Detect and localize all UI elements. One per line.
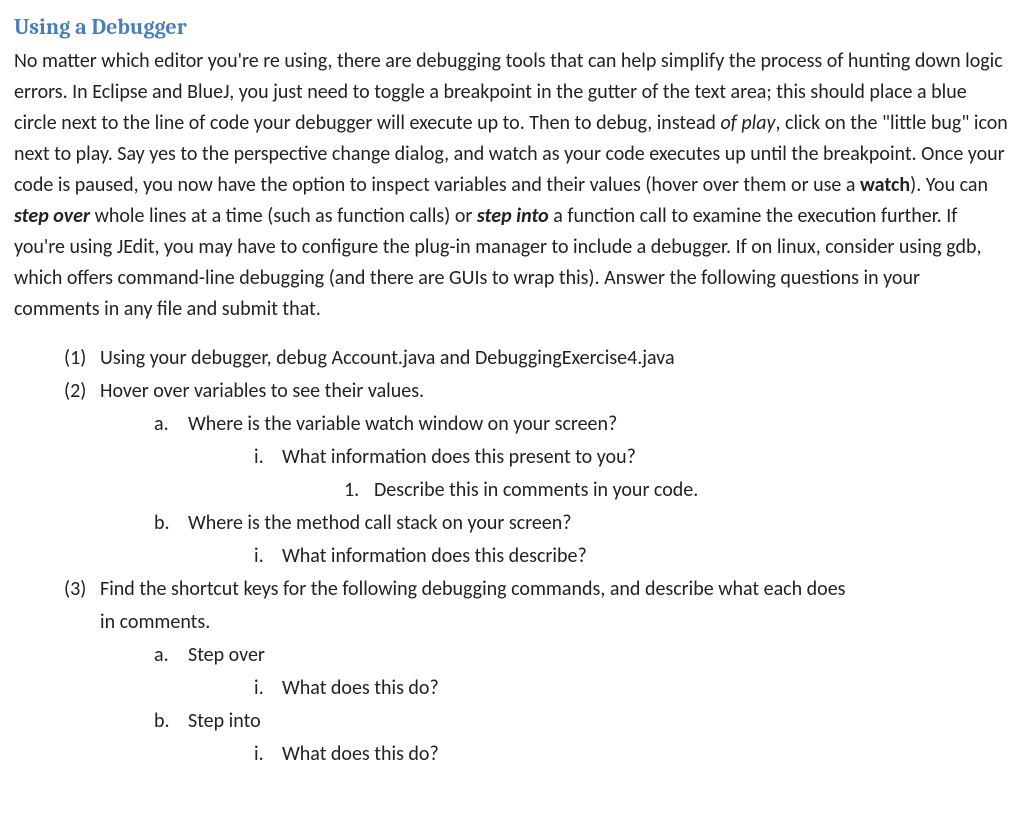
list-marker: a.: [154, 409, 188, 440]
sublist-i: i. What information does this present to…: [254, 442, 1010, 473]
list-text: Find the shortcut keys for the following…: [100, 574, 846, 605]
list-item: i. What information does this describe?: [254, 541, 1010, 572]
numbered-list: (3) Find the shortcut keys for the follo…: [64, 574, 1010, 605]
list-marker: i.: [254, 673, 282, 704]
list-marker: (2): [64, 376, 100, 407]
list-item: i. What information does this present to…: [254, 442, 1010, 473]
list-item: 1. Describe this in comments in your cod…: [344, 475, 1010, 506]
text-run-italic: of play: [720, 111, 775, 135]
list-item: i. What does this do?: [254, 739, 1010, 770]
text-run-bolditalic: step into: [477, 204, 549, 228]
list-marker: b.: [154, 508, 188, 539]
list-text: Step into: [188, 706, 261, 737]
list-text: What does this do?: [282, 673, 439, 704]
intro-paragraph: No matter which editor you're re using, …: [14, 46, 1010, 325]
list-item: a. Step over: [154, 640, 1010, 671]
list-item: a. Where is the variable watch window on…: [154, 409, 1010, 440]
sublist-b: b. Where is the method call stack on you…: [154, 508, 1010, 539]
list-marker: 1.: [344, 475, 374, 506]
list-marker: i.: [254, 442, 282, 473]
text-run-bolditalic: step over: [14, 204, 90, 228]
sublist-a: a. Where is the variable watch window on…: [154, 409, 1010, 440]
list-text: Where is the method call stack on your s…: [188, 508, 572, 539]
text-run-bold: watch: [860, 173, 910, 197]
text-run: ). You can: [910, 173, 988, 197]
section-heading: Using a Debugger: [14, 10, 1010, 44]
list-text: What information does this present to yo…: [282, 442, 636, 473]
sublist-i: i. What does this do?: [254, 673, 1010, 704]
list-marker: (1): [64, 343, 100, 374]
numbered-list: (1) Using your debugger, debug Account.j…: [64, 343, 1010, 407]
list-marker: b.: [154, 706, 188, 737]
list-item: (1) Using your debugger, debug Account.j…: [64, 343, 1010, 374]
list-text: Where is the variable watch window on yo…: [188, 409, 617, 440]
list-item: b. Where is the method call stack on you…: [154, 508, 1010, 539]
list-marker: i.: [254, 739, 282, 770]
list-text-continuation: in comments.: [100, 607, 1010, 638]
list-marker: (3): [64, 574, 100, 605]
list-item: b. Step into: [154, 706, 1010, 737]
list-text: What information does this describe?: [282, 541, 587, 572]
sublist-i: i. What information does this describe?: [254, 541, 1010, 572]
sublist-i: i. What does this do?: [254, 739, 1010, 770]
list-text: Step over: [188, 640, 265, 671]
list-text: Describe this in comments in your code.: [374, 475, 698, 506]
sublist-b: b. Step into: [154, 706, 1010, 737]
list-marker: a.: [154, 640, 188, 671]
list-item: (2) Hover over variables to see their va…: [64, 376, 1010, 407]
list-text: Hover over variables to see their values…: [100, 376, 424, 407]
text-run: whole lines at a time (such as function …: [90, 204, 477, 228]
list-text: What does this do?: [282, 739, 439, 770]
list-item: i. What does this do?: [254, 673, 1010, 704]
list-text: Using your debugger, debug Account.java …: [100, 343, 675, 374]
list-marker: i.: [254, 541, 282, 572]
sublist-a: a. Step over: [154, 640, 1010, 671]
list-item: (3) Find the shortcut keys for the follo…: [64, 574, 1010, 605]
sublist-1: 1. Describe this in comments in your cod…: [344, 475, 1010, 506]
